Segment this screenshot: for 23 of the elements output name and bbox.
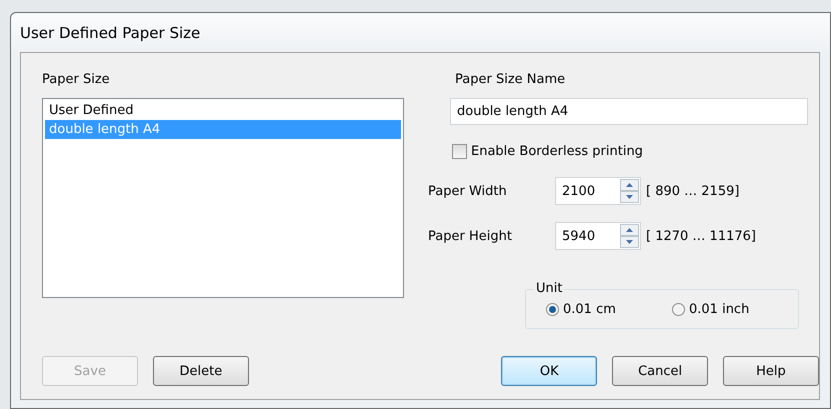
delete-button[interactable]: Delete (152, 356, 249, 386)
help-button[interactable]: Help (722, 356, 819, 386)
radio-label: 0.01 cm (563, 302, 616, 317)
field-label: Paper Size Name (455, 72, 566, 88)
range-text: [ 1270 … 11176] (646, 228, 756, 244)
checkbox-label: Enable Borderless printing (471, 144, 643, 158)
spinner-arrows-icon[interactable] (620, 224, 639, 248)
window-title: User Defined Paper Size (20, 23, 200, 43)
cancel-button[interactable]: Cancel (612, 356, 708, 386)
field-label: Paper Width (428, 184, 508, 198)
list-label: Paper Size (42, 72, 110, 88)
checkbox[interactable] (452, 144, 467, 158)
ok-button[interactable]: OK (501, 356, 598, 386)
radio-button[interactable] (672, 303, 685, 316)
spinner-arrows-icon[interactable] (620, 179, 639, 203)
field-label: Paper Height (428, 228, 513, 244)
paper-size-list[interactable]: User Defined double length A4 (42, 98, 404, 298)
paper-size-name-field[interactable]: double length A4 (450, 98, 808, 125)
list-item[interactable]: User Defined (45, 101, 401, 120)
radio-label: 0.01 inch (689, 302, 750, 317)
range-text: [ 890 … 2159] (646, 184, 740, 198)
group-label: Unit (535, 282, 564, 296)
radio-button[interactable] (546, 303, 559, 316)
